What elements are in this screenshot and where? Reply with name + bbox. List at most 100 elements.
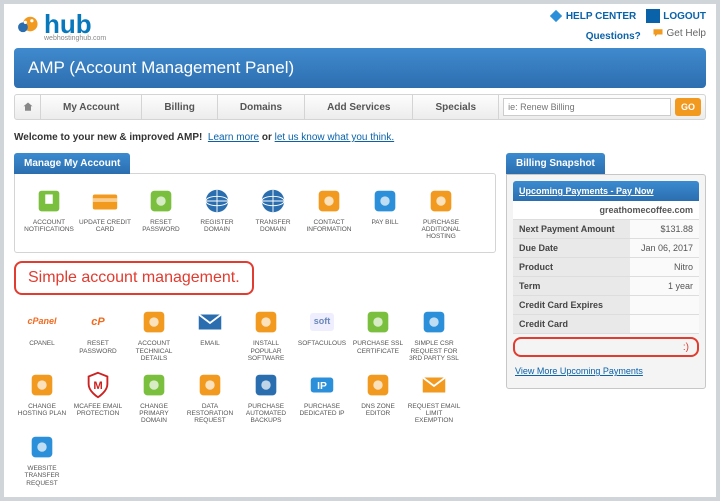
tile-account-technical-details[interactable]: ACCOUNT TECHNICAL DETAILS xyxy=(126,305,182,367)
billing-row: ProductNitro xyxy=(513,258,699,277)
page-title: AMP (Account Management Panel) xyxy=(28,58,294,77)
globe-arrow-icon xyxy=(258,186,288,216)
simple-management-callout: Simple account management. xyxy=(14,261,254,295)
go-button[interactable]: GO xyxy=(675,98,701,116)
primary-icon xyxy=(139,370,169,400)
billing-row: Next Payment Amount$131.88 xyxy=(513,220,699,239)
brand-name: hub xyxy=(44,11,106,37)
home-icon[interactable] xyxy=(15,95,41,119)
billing-row: Credit Card Expires xyxy=(513,296,699,315)
search-input[interactable] xyxy=(503,98,671,116)
email-icon xyxy=(195,307,225,337)
tile-mcafee-email-protection[interactable]: MMCAFEE EMAIL PROTECTION xyxy=(70,368,126,430)
dns-icon xyxy=(363,370,393,400)
tile-simple-csr-request-for-3rd-party-ssl[interactable]: SIMPLE CSR REQUEST FOR 3RD PARTY SSL xyxy=(406,305,462,367)
app-frame: hub webhostinghub.com HELP CENTER LOGOUT… xyxy=(0,0,720,501)
welcome-message: Welcome to your new & improved AMP! Lear… xyxy=(14,132,706,143)
questions-link[interactable]: Questions? xyxy=(586,31,641,42)
backup-icon xyxy=(251,370,281,400)
page-title-bar: AMP (Account Management Panel) xyxy=(14,48,706,88)
cart-icon xyxy=(426,186,456,216)
tile-change-primary-domain[interactable]: CHANGE PRIMARY DOMAIN xyxy=(126,368,182,430)
cpanel-icon: cPanel xyxy=(27,307,57,337)
logout-icon xyxy=(646,9,660,23)
tile-purchase-additional-hosting[interactable]: PURCHASE ADDITIONAL HOSTING xyxy=(413,184,469,246)
left-column: Manage My Account ACCOUNT NOTIFICATIONSU… xyxy=(14,153,496,493)
get-help-link[interactable]: Get Help xyxy=(652,27,706,39)
hosting-icon xyxy=(27,370,57,400)
tile-email[interactable]: EMAIL xyxy=(182,305,238,367)
tile-change-hosting-plan[interactable]: CHANGE HOSTING PLAN xyxy=(14,368,70,430)
view-more-payments-link[interactable]: View More Upcoming Payments xyxy=(515,366,643,376)
nav-tab-specials[interactable]: Specials xyxy=(413,95,499,119)
tools-grid: cPanelCPANELcPRESET PASSWORDACCOUNT TECH… xyxy=(14,305,496,492)
calendar-icon xyxy=(146,186,176,216)
tile-request-email-limit-exemption[interactable]: REQUEST EMAIL LIMIT EXEMPTION xyxy=(406,368,462,430)
logout-link[interactable]: LOGOUT xyxy=(646,9,706,23)
billing-table: greathomecoffee.com Next Payment Amount$… xyxy=(513,201,699,334)
billing-snapshot-panel: Upcoming Payments - Pay Now greathomecof… xyxy=(506,174,706,389)
help-center-link[interactable]: HELP CENTER xyxy=(549,9,636,23)
svg-text:M: M xyxy=(93,380,102,392)
tile-purchase-dedicated-ip[interactable]: IPPURCHASE DEDICATED IP xyxy=(294,368,350,430)
credit-card-callout: :) xyxy=(513,337,699,357)
tile-update-credit-card[interactable]: UPDATE CREDIT CARD xyxy=(77,184,133,246)
techdetails-icon xyxy=(139,307,169,337)
tile-account-notifications[interactable]: ACCOUNT NOTIFICATIONS xyxy=(21,184,77,246)
smiley-icon: :) xyxy=(683,342,689,353)
ssl-icon xyxy=(363,307,393,337)
svg-text:IP: IP xyxy=(317,381,327,392)
card-icon xyxy=(90,186,120,216)
soft-icon: soft xyxy=(307,307,337,337)
main-nav: My AccountBillingDomainsAdd ServicesSpec… xyxy=(14,94,706,120)
contact-icon xyxy=(314,186,344,216)
billing-row: Due DateJan 06, 2017 xyxy=(513,239,699,258)
billing-domain: greathomecoffee.com xyxy=(513,201,699,220)
view-more-row: View More Upcoming Payments xyxy=(513,360,699,382)
ip-icon: IP xyxy=(307,370,337,400)
feedback-link[interactable]: let us know what you think. xyxy=(275,132,395,143)
tile-contact-information[interactable]: CONTACT INFORMATION xyxy=(301,184,357,246)
billing-snapshot-header: Billing Snapshot xyxy=(506,153,605,174)
nav-tab-my-account[interactable]: My Account xyxy=(41,95,142,119)
learn-more-link[interactable]: Learn more xyxy=(208,132,259,143)
emaillimit-icon xyxy=(419,370,449,400)
nav-tab-billing[interactable]: Billing xyxy=(142,95,218,119)
upcoming-payments-link[interactable]: Upcoming Payments - Pay Now xyxy=(513,181,699,201)
billing-row: Term1 year xyxy=(513,277,699,296)
help-diamond-icon xyxy=(549,9,563,23)
tile-install-popular-software[interactable]: INSTALL POPULAR SOFTWARE xyxy=(238,305,294,367)
manage-account-box: ACCOUNT NOTIFICATIONSUPDATE CREDIT CARDR… xyxy=(14,173,496,253)
tile-website-transfer-request[interactable]: WEBSITE TRANSFER REQUEST xyxy=(14,430,70,492)
tile-reset-password[interactable]: RESET PASSWORD xyxy=(133,184,189,246)
tile-data-restoration-request[interactable]: DATA RESTORATION REQUEST xyxy=(182,368,238,430)
top-links: HELP CENTER LOGOUT xyxy=(549,9,706,23)
brand-tagline: webhostinghub.com xyxy=(44,35,106,42)
top-bar: hub webhostinghub.com HELP CENTER LOGOUT… xyxy=(14,9,706,48)
tile-transfer-domain[interactable]: TRANSFER DOMAIN xyxy=(245,184,301,246)
hub-cloud-icon xyxy=(14,11,40,37)
tile-register-domain[interactable]: REGISTER DOMAIN xyxy=(189,184,245,246)
billing-row: Credit Card xyxy=(513,315,699,334)
nav-tab-add-services[interactable]: Add Services xyxy=(305,95,413,119)
tile-cpanel[interactable]: cPanelCPANEL xyxy=(14,305,70,367)
tile-purchase-ssl-certificate[interactable]: PURCHASE SSL CERTIFICATE xyxy=(350,305,406,367)
right-column: Billing Snapshot Upcoming Payments - Pay… xyxy=(506,153,706,389)
globe-icon xyxy=(202,186,232,216)
nav-tab-domains[interactable]: Domains xyxy=(218,95,305,119)
manage-account-header: Manage My Account xyxy=(14,153,130,174)
notify-icon xyxy=(34,186,64,216)
transfer-icon xyxy=(27,432,57,462)
tile-pay-bill[interactable]: PAY BILL xyxy=(357,184,413,246)
tile-softaculous[interactable]: softSOFTACULOUS xyxy=(294,305,350,367)
tile-reset-password[interactable]: cPRESET PASSWORD xyxy=(70,305,126,367)
cp-icon: cP xyxy=(83,307,113,337)
csr-icon xyxy=(419,307,449,337)
paybill-icon xyxy=(370,186,400,216)
sub-top-links: Questions? Get Help xyxy=(549,23,706,48)
nav-search: GO xyxy=(499,98,705,116)
tile-dns-zone-editor[interactable]: DNS ZONE EDITOR xyxy=(350,368,406,430)
chat-icon xyxy=(652,27,664,39)
tile-purchase-automated-backups[interactable]: PURCHASE AUTOMATED BACKUPS xyxy=(238,368,294,430)
install-icon xyxy=(251,307,281,337)
